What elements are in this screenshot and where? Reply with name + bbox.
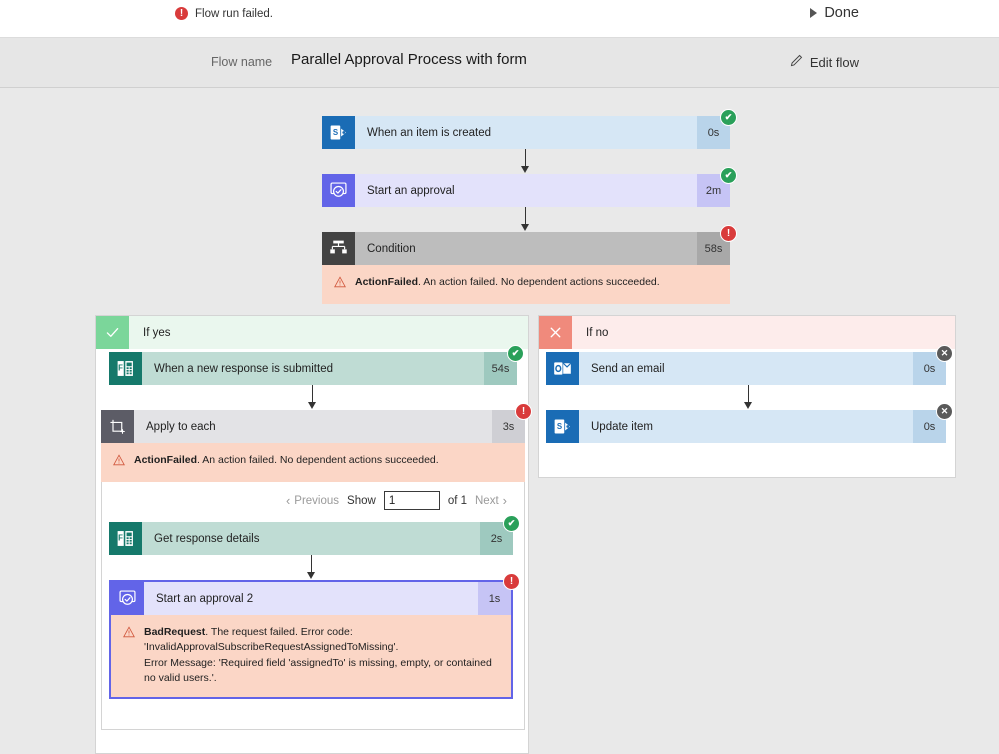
flow-node-error-banner: ActionFailed. An action failed. No depen… [322,265,730,305]
status-badge-failed: ! [515,403,532,420]
skip-glyph: ✕ [940,406,949,416]
branch-if-yes-header: If yes [96,316,528,349]
x-icon [539,316,572,349]
connector-arrow [305,555,318,580]
error-circle-icon: ! [175,7,188,20]
flow-run-status: ! Flow run failed. [175,7,273,20]
status-badge-succeeded: ✔ [507,345,524,362]
apply-to-each-body: ‹ Previous Show of 1 Next › [101,482,525,731]
status-badge-succeeded: ✔ [720,109,737,126]
flow-node-update-item[interactable]: S Update item 0s ✕ [546,403,953,443]
branch-if-no-header: If no [539,316,955,349]
status-badge-failed: ! [503,573,520,591]
next-button[interactable]: Next › [475,494,507,507]
check-glyph: ✔ [511,348,520,358]
error-message: . An action failed. No dependent actions… [418,276,660,288]
flow-name-label: Flow name [211,55,273,69]
skip-glyph: ✕ [940,348,949,358]
status-badge-failed: ! [720,225,737,242]
edit-flow-button[interactable]: Edit flow [789,54,859,71]
error-glyph: ! [509,576,514,588]
previous-label: Previous [294,494,340,507]
forms-icon: F [109,352,142,385]
flow-node-start-an-approval[interactable]: Start an approval 2m ✔ [322,167,737,207]
flow-run-status-text: Flow run failed. [195,7,273,20]
sharepoint-icon: S [322,116,355,149]
warning-triangle-icon [113,454,125,471]
flow-node-title: Start an approval [367,184,455,197]
approval-icon [111,582,144,616]
error-message: . An action failed. No dependent actions… [197,454,439,466]
done-button-label: Done [824,5,859,21]
chevron-right-icon: › [502,493,507,509]
connector-arrow [306,385,319,409]
flow-node-title: Start an approval 2 [156,592,254,605]
chevron-left-icon: ‹ [285,493,291,509]
check-glyph: ✔ [724,170,733,180]
connector-arrow [742,385,755,409]
error-message-line2: Error Message: 'Required field 'assigned… [144,656,492,684]
flow-node-condition[interactable]: Condition 58s ! ActionFailed. An action … [322,225,737,305]
svg-text:S: S [333,128,338,137]
play-triangle-icon [810,8,818,18]
error-glyph: ! [726,228,731,239]
flow-node-when-an-item-is-created[interactable]: S When an item is created 0s ✔ [322,109,737,149]
check-icon [96,316,129,349]
error-code: ActionFailed [355,276,419,288]
connector-arrow [519,149,532,173]
flow-node-get-response-details[interactable]: F Get response details 2s ✔ [109,515,520,556]
previous-button[interactable]: ‹ Previous [286,494,339,507]
error-code: ActionFailed [134,454,198,466]
apply-to-each-pager: ‹ Previous Show of 1 Next › [286,491,507,511]
next-label: Next [475,494,499,507]
edit-flow-label: Edit flow [809,55,859,70]
top-bar: ! Flow run failed. Done [0,0,999,38]
flow-name-bar: Flow name Parallel Approval Process with… [0,38,999,88]
flow-node-start-an-approval-2[interactable]: Start an approval 2 1s ! BadRequest. The… [109,573,520,700]
branch-if-no: If no Send an email 0s ✕ S Update item 0… [538,315,956,478]
done-button[interactable]: Done [810,5,859,21]
flow-name-value: Parallel Approval Process with form [291,51,527,68]
error-code: BadRequest [144,626,206,639]
svg-text:F: F [118,364,123,373]
show-label: Show [347,494,376,507]
check-glyph: ✔ [724,112,733,122]
svg-text:F: F [118,534,123,543]
flow-node-title: When an item is created [367,126,492,139]
of-label: of 1 [447,494,467,507]
error-glyph: ! [521,406,526,417]
flow-node-error-banner: ActionFailed. An action failed. No depen… [101,443,525,483]
branch-if-yes: If yes F When a new response is submitte… [95,315,532,754]
flow-node-send-an-email[interactable]: Send an email 0s ✕ [546,345,953,385]
sharepoint-icon: S [546,410,579,443]
flow-node-title: Condition [367,242,416,255]
approval-icon [322,174,355,207]
flow-node-when-a-new-response-is-submitted[interactable]: F When a new response is submitted 54s ✔ [109,345,524,385]
forms-icon: F [109,522,142,556]
svg-text:S: S [557,422,562,431]
warning-triangle-icon [123,626,135,686]
apply-to-each-icon [101,410,134,443]
flow-node-title: Get response details [154,532,260,545]
status-badge-skipped: ✕ [936,345,953,362]
status-badge-succeeded: ✔ [720,167,737,184]
flow-node-title: Update item [591,420,654,433]
connector-arrow [519,207,532,231]
pencil-icon [789,54,803,71]
branch-if-yes-label: If yes [143,326,171,339]
check-glyph: ✔ [507,518,516,529]
status-badge-succeeded: ✔ [503,515,520,533]
flow-canvas: S When an item is created 0s ✔ Start an … [0,89,999,754]
branch-if-no-label: If no [586,326,609,339]
flow-node-error-banner: BadRequest. The request failed. Error co… [111,615,511,698]
status-badge-skipped: ✕ [936,403,953,420]
page-number-input[interactable] [383,491,440,511]
warning-triangle-icon [334,276,346,293]
outlook-icon [546,352,579,385]
flow-node-title: Apply to each [146,420,216,433]
condition-icon [322,232,355,265]
flow-node-title: When a new response is submitted [154,362,333,375]
flow-node-title: Send an email [591,362,665,375]
flow-node-apply-to-each[interactable]: Apply to each 3s ! ActionFailed. An acti… [101,403,532,731]
